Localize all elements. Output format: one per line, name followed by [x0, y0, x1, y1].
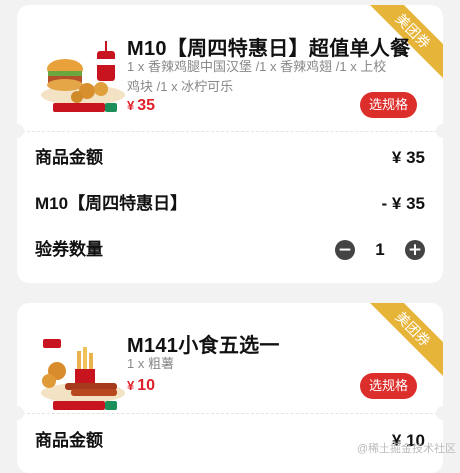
- product-price: ¥35: [127, 97, 155, 115]
- amount-value: ¥ 35: [391, 148, 425, 167]
- price-value: 10: [137, 377, 156, 394]
- quantity-stepper: − 1 +: [335, 238, 425, 262]
- ticket-notch-left: [17, 406, 24, 420]
- select-spec-button[interactable]: 选规格: [360, 373, 417, 399]
- amount-label: 商品金额: [35, 431, 103, 450]
- plus-circle-icon[interactable]: +: [405, 240, 425, 260]
- quantity-label: 验券数量: [35, 240, 103, 259]
- dashed-divider: [17, 413, 443, 414]
- product-description: 1 x 香辣鸡腿中国汉堡 /1 x 香辣鸡翅 /1 x 上校鸡块 /1 x 冰柠…: [127, 59, 387, 94]
- ticket-notch-right: [436, 124, 443, 138]
- amount-row: 商品金额 ¥ 35: [35, 146, 425, 170]
- product-image: [41, 41, 125, 112]
- quantity-value: 1: [375, 240, 385, 259]
- quantity-row: 验券数量 − 1 +: [35, 238, 425, 262]
- ticket-notch-left: [17, 124, 24, 138]
- product-description: 1 x 粗薯: [127, 356, 174, 371]
- dashed-divider: [17, 131, 443, 132]
- discount-row: M10【周四特惠日】 - ¥ 35: [35, 192, 425, 216]
- currency-symbol: ¥: [127, 98, 135, 113]
- discount-label: M10【周四特惠日】: [35, 194, 188, 213]
- badge-label: 美团券: [392, 308, 434, 350]
- ticket-notch-right: [436, 406, 443, 420]
- watermark: @稀土掘金技术社区: [356, 443, 456, 455]
- amount-label: 商品金额: [35, 148, 103, 167]
- product-price: ¥10: [127, 377, 155, 395]
- product-image: [41, 339, 125, 410]
- currency-symbol: ¥: [127, 378, 135, 393]
- coupon-card-m10: 美团券 M10【周四特惠日】超值单人餐 1 x 香辣鸡腿中国汉堡 /1 x 香辣…: [17, 5, 443, 283]
- minus-circle-icon[interactable]: −: [335, 240, 355, 260]
- price-value: 35: [137, 97, 156, 114]
- discount-value: - ¥ 35: [381, 194, 425, 213]
- select-spec-button[interactable]: 选规格: [360, 92, 417, 118]
